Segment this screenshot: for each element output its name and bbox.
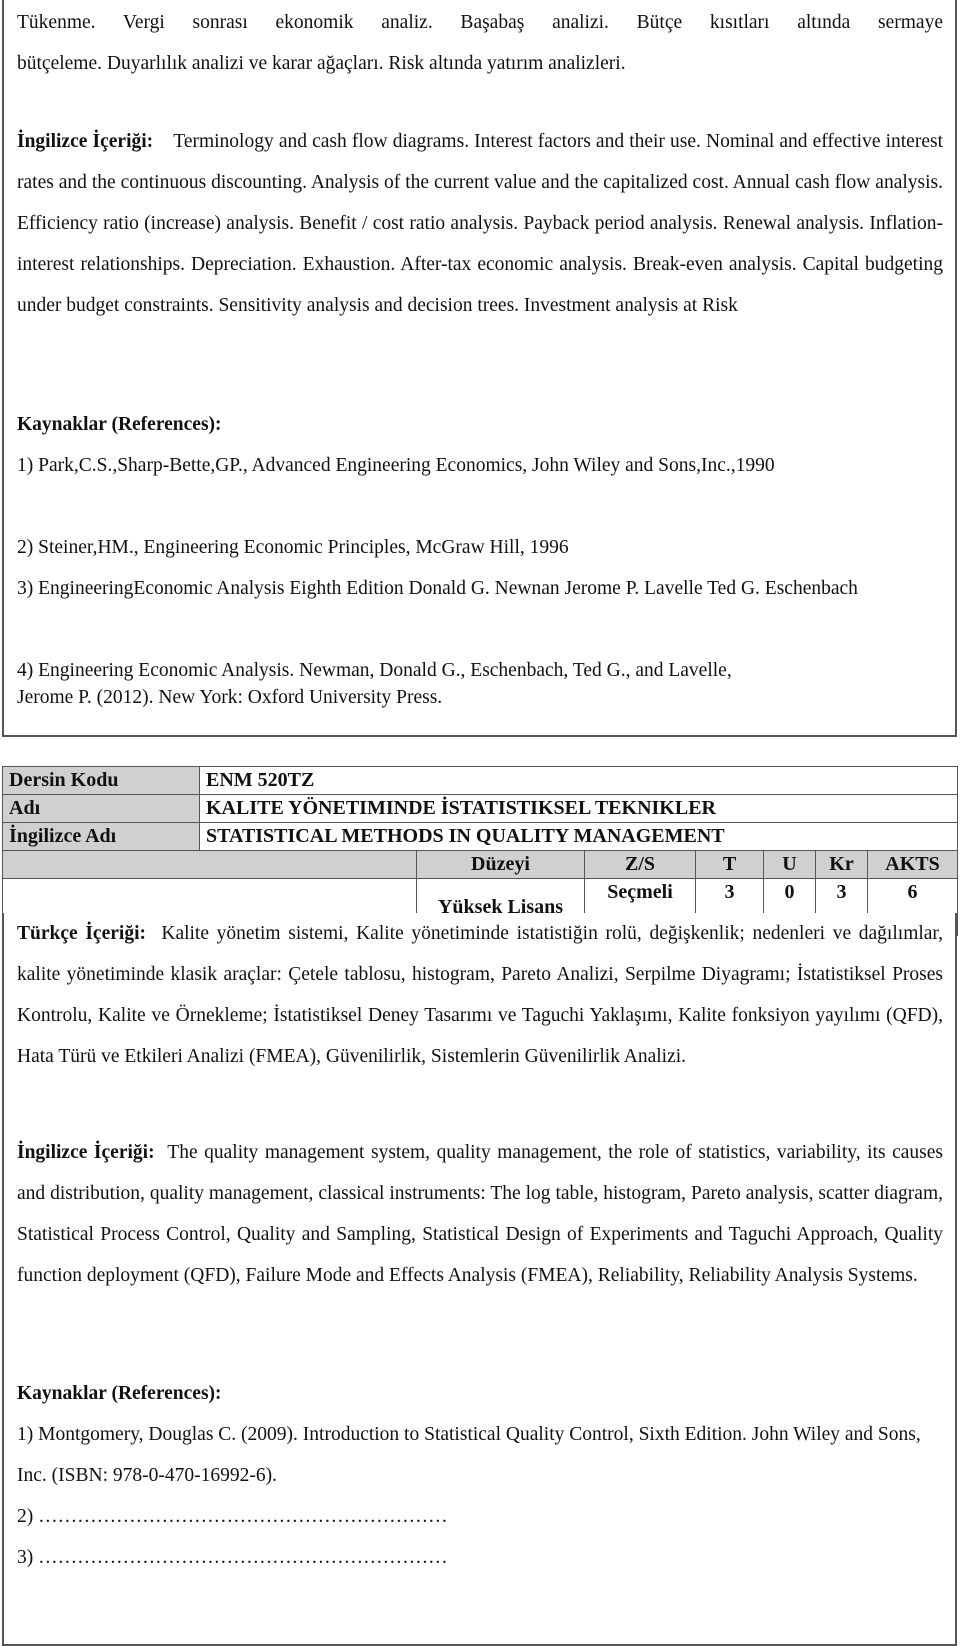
attributes-header-spacer — [2, 850, 417, 879]
type-header: Z/S — [584, 850, 696, 879]
level-header: Düzeyi — [416, 850, 585, 879]
reference-item: 4) Engineering Economic Analysis. Newman… — [17, 660, 732, 681]
english-content-text: The quality management system, quality m… — [17, 1142, 943, 1286]
course-info-table: Dersin Kodu ENM 520TZ Adı KALITE YÖNETIM… — [2, 766, 959, 936]
turkish-content-paragraph: Türkçe İçeriği: Kalite yönetim sistemi, … — [17, 913, 943, 1077]
reference-item: Jerome P. (2012). New York: Oxford Unive… — [17, 687, 443, 708]
credit-header: Kr — [815, 850, 868, 879]
course2-content-box: Türkçe İçeriği: Kalite yönetim sistemi, … — [2, 913, 957, 1646]
turkish-content-text: Kalite yönetim sistemi, Kalite yönetimin… — [17, 923, 944, 1067]
turkish-content-label: Türkçe İçeriği: — [17, 923, 146, 944]
english-content-paragraph: İngilizce İçeriği: Terminology and cash … — [17, 121, 943, 326]
course-name-label: Adı — [2, 794, 200, 823]
course-english-name-row: İngilizce Adı STATISTICAL METHODS IN QUA… — [2, 822, 959, 851]
course-english-name-label: İngilizce Adı — [2, 822, 200, 851]
course-code-value: ENM 520TZ — [198, 766, 959, 795]
course1-content-box: Tükenme. Vergi sonrası ekonomik analiz. … — [2, 0, 957, 737]
english-content-label: İngilizce İçeriği: — [17, 131, 154, 152]
english-content-paragraph: İngilizce İçeriği: The quality managemen… — [17, 1132, 943, 1296]
theory-header: T — [695, 850, 764, 879]
reference-item: 1) Park,C.S.,Sharp-Bette,GP., Advanced E… — [17, 455, 775, 476]
course-code-row: Dersin Kodu ENM 520TZ — [2, 766, 959, 795]
references-heading: Kaynaklar (References): — [17, 414, 222, 435]
course-name-value: KALITE YÖNETIMINDE İSTATISTIKSEL TEKNIKL… — [198, 794, 959, 823]
turkish-content-line-1: Tükenme. Vergi sonrası ekonomik analiz. … — [17, 12, 943, 33]
reference-item: 2) ……………………………………………………… — [17, 1506, 448, 1527]
english-content-label: İngilizce İçeriği: — [17, 1142, 155, 1163]
practice-header: U — [763, 850, 816, 879]
turkish-content-line-2: bütçeleme. Duyarlılık analizi ve karar a… — [17, 53, 626, 74]
course-english-name-value: STATISTICAL METHODS IN QUALITY MANAGEMEN… — [198, 822, 959, 851]
ects-header: AKTS — [866, 850, 959, 879]
course-name-row: Adı KALITE YÖNETIMINDE İSTATISTIKSEL TEK… — [2, 794, 959, 823]
course-code-label: Dersin Kodu — [2, 766, 200, 795]
reference-item: 2) Steiner,HM., Engineering Economic Pri… — [17, 537, 569, 558]
english-content-text: Terminology and cash flow diagrams. Inte… — [17, 131, 943, 316]
reference-item: 3) EngineeringEconomic Analysis Eighth E… — [17, 578, 858, 599]
references-heading: Kaynaklar (References): — [17, 1383, 222, 1404]
reference-item: 1) Montgomery, Douglas C. (2009). Introd… — [17, 1424, 921, 1486]
reference-item: 3) ……………………………………………………… — [17, 1547, 448, 1568]
attributes-header-row: Düzeyi Z/S T U Kr AKTS — [2, 850, 959, 879]
